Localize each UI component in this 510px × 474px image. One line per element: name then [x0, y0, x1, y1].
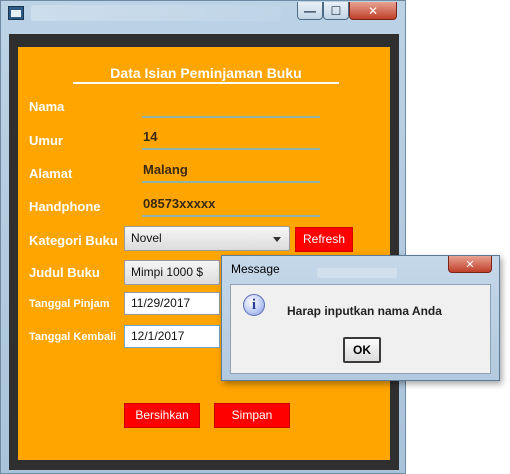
window-titlebar[interactable]: — ☐ ✕	[1, 1, 405, 27]
nama-field[interactable]	[142, 96, 320, 118]
umur-field[interactable]: 14	[142, 128, 320, 150]
maximize-button[interactable]: ☐	[323, 2, 349, 20]
kategori-selected: Novel	[131, 231, 162, 245]
handphone-field[interactable]: 08573xxxxx	[142, 195, 320, 217]
label-handphone: Handphone	[29, 199, 101, 214]
info-icon: i	[243, 294, 265, 316]
form-heading: Data Isian Peminjaman Buku	[110, 65, 302, 81]
tanggal-pinjam-field[interactable]: 11/29/2017	[124, 292, 220, 315]
label-nama: Nama	[29, 99, 65, 114]
ok-button[interactable]: OK	[343, 337, 381, 363]
label-tanggal-kembali: Tanggal Kembali	[29, 331, 117, 343]
label-judul: Judul Buku	[29, 265, 100, 280]
dialog-message: Harap inputkan nama Anda	[287, 304, 442, 318]
label-kategori: Kategori Buku	[29, 233, 118, 248]
heading-underline	[73, 82, 339, 84]
titlebar-background	[31, 5, 281, 21]
tanggal-kembali-field[interactable]: 12/1/2017	[124, 325, 220, 348]
dialog-close-button[interactable]: ✕	[448, 256, 492, 273]
label-alamat: Alamat	[29, 166, 73, 181]
app-icon	[8, 6, 24, 20]
close-button[interactable]: ✕	[349, 2, 397, 20]
dialog-body: i Harap inputkan nama Anda OK	[230, 284, 491, 374]
dialog-title: Message	[231, 262, 280, 276]
save-button[interactable]: Simpan	[214, 403, 290, 428]
form-panel: Data Isian Peminjaman Buku Nama Umur 14 …	[18, 47, 390, 460]
dialog-titlebar-background	[317, 268, 397, 278]
judul-select[interactable]: Mimpi 1000 $	[124, 260, 220, 285]
alamat-field[interactable]: Malang	[142, 161, 320, 183]
kategori-select[interactable]: Novel	[124, 226, 290, 251]
chevron-down-icon	[273, 237, 281, 242]
label-tanggal-pinjam: Tanggal Pinjam	[29, 298, 110, 310]
label-umur: Umur	[29, 133, 63, 148]
message-dialog: Message ✕ i Harap inputkan nama Anda OK	[221, 255, 500, 381]
window-content: Data Isian Peminjaman Buku Nama Umur 14 …	[9, 34, 399, 470]
refresh-button[interactable]: Refresh	[295, 227, 353, 252]
clear-button[interactable]: Bersihkan	[124, 403, 200, 428]
minimize-button[interactable]: —	[297, 2, 323, 20]
judul-selected: Mimpi 1000 $	[131, 265, 204, 279]
main-window: — ☐ ✕ Data Isian Peminjaman Buku Nama Um…	[0, 0, 406, 474]
